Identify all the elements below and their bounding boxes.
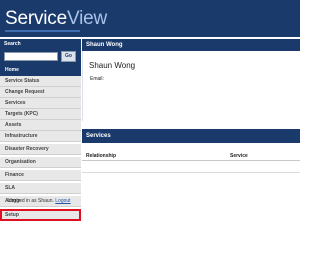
sidebar-item-services[interactable]: Services <box>0 98 81 109</box>
logo-underline <box>5 30 80 32</box>
profile-panel-body: Shaun Wong Email: <box>82 51 300 121</box>
sidebar-item-targets[interactable]: Targets (KPC) <box>0 109 81 120</box>
column-relationship[interactable]: Relationship <box>86 153 116 159</box>
sidebar-item-home[interactable]: Home <box>0 65 81 76</box>
sidebar-item-assets[interactable]: Assets <box>0 120 81 131</box>
sidebar-item-sla[interactable]: SLA <box>0 183 81 194</box>
table-divider <box>82 172 300 173</box>
services-table-header: Relationship Service <box>82 149 300 161</box>
column-service[interactable]: Service <box>230 153 248 159</box>
sidebar-item-disaster-recovery[interactable]: Disaster Recovery <box>0 144 81 155</box>
logo-text-view: View <box>66 8 108 29</box>
sidebar-item-infrastructure[interactable]: Infrastructure <box>0 131 81 142</box>
logo-text-service: Service <box>5 8 67 29</box>
app-header: ServiceView <box>0 0 300 37</box>
logged-in-user: Shaun. <box>38 198 54 204</box>
sidebar-item-service-status[interactable]: Service Status <box>0 76 81 87</box>
sidebar-item-setup[interactable]: Setup <box>0 209 81 221</box>
sidebar-item-organisation[interactable]: Organisation <box>0 157 81 168</box>
sidebar-item-change-request[interactable]: Change Request <box>0 87 81 98</box>
logout-link[interactable]: Logout <box>55 198 70 204</box>
search-input[interactable] <box>4 52 58 61</box>
search-panel: Search Go <box>0 39 81 66</box>
search-go-button[interactable]: Go <box>61 51 76 62</box>
serviceview-logo[interactable]: ServiceView <box>5 8 107 30</box>
profile-panel-header: Shaun Wong <box>82 39 300 51</box>
sidebar: Search Go Home Service Status Change Req… <box>0 37 81 254</box>
person-name: Shaun Wong <box>89 61 136 70</box>
search-label: Search <box>4 41 21 47</box>
logged-in-prefix: Logged in as <box>8 198 37 204</box>
sidebar-item-finance[interactable]: Finance <box>0 170 81 181</box>
email-label: Email: <box>90 76 104 82</box>
logged-in-status: Logged in as Shaun. Logout <box>8 198 71 204</box>
services-panel-header: Services <box>82 129 300 143</box>
